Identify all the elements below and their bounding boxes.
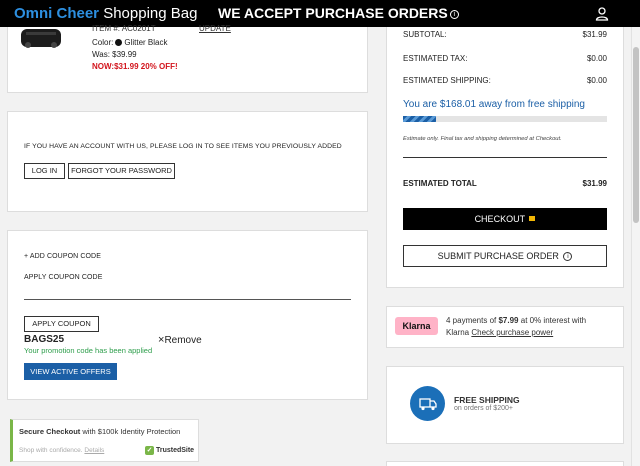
view-active-offers-button[interactable]: VIEW ACTIVE OFFERS <box>24 363 117 380</box>
free-shipping-message: You are $168.01 away from free shipping <box>403 99 585 110</box>
scrollbar-track[interactable] <box>631 27 640 466</box>
forgot-password-button[interactable]: FORGOT YOUR PASSWORD <box>68 163 175 179</box>
color-value: Glitter Black <box>124 38 168 47</box>
login-button[interactable]: LOG IN <box>24 163 65 179</box>
brand-logo[interactable]: Omni Cheer Shopping Bag <box>14 5 197 22</box>
check-icon: ✓ <box>145 446 154 455</box>
secure-subtitle: Shop with confidence. Details <box>19 447 104 454</box>
estimate-note: Estimate only. Final tax and shipping de… <box>403 136 562 142</box>
details-link[interactable]: Details <box>84 447 104 454</box>
total-label: ESTIMATED TOTAL <box>403 179 477 188</box>
checkout-label: CHECKOUT <box>474 214 525 224</box>
secure-sub-text: Shop with confidence. <box>19 447 83 454</box>
shipping-truck-badge <box>410 386 445 421</box>
account-message: IF YOU HAVE AN ACCOUNT WITH US, PLEASE L… <box>24 143 342 150</box>
total-value: $31.99 <box>582 179 607 188</box>
scrollbar-thumb[interactable] <box>633 47 639 223</box>
tax-value: $0.00 <box>586 54 607 63</box>
info-icon[interactable]: i <box>449 10 459 19</box>
progress-fill <box>403 116 436 122</box>
account-card <box>7 111 368 212</box>
info-icon: i <box>563 252 573 261</box>
summary-divider <box>403 157 607 158</box>
user-icon <box>595 7 609 21</box>
apply-coupon-heading: APPLY COUPON CODE <box>24 274 103 281</box>
item-number: ITEM #: AC0201T <box>92 24 156 33</box>
free-shipping-title: FREE SHIPPING <box>454 395 520 405</box>
truck-icon <box>419 398 437 411</box>
promo-text: WE ACCEPT PURCHASE ORDERS <box>218 5 448 21</box>
free-shipping-progress <box>403 116 607 122</box>
was-price: Was: $39.99 <box>92 50 137 59</box>
tax-label: ESTIMATED TAX: <box>403 54 468 63</box>
add-coupon-toggle[interactable]: + ADD COUPON CODE <box>24 253 101 260</box>
sale-price: NOW:$31.99 20% OFF! <box>92 62 178 71</box>
apply-coupon-button[interactable]: APPLY COUPON <box>24 316 99 332</box>
secure-title-rest: with $100k Identity Protection <box>82 427 181 436</box>
subtotal-value: $31.99 <box>582 30 607 39</box>
klarna-message: 4 payments of $7.99 at 0% interest with … <box>446 315 618 339</box>
secure-checkout-badge[interactable]: Secure Checkout with $100k Identity Prot… <box>10 419 199 462</box>
top-bar: Omni Cheer Shopping Bag WE ACCEPT PURCHA… <box>0 0 640 27</box>
submit-purchase-order-button[interactable]: SUBMIT PURCHASE ORDER i <box>403 245 607 267</box>
secure-title-bold: Secure Checkout <box>19 427 81 436</box>
applied-coupon-code: BAGS25 <box>24 334 65 345</box>
klarna-amount: $7.99 <box>498 316 519 325</box>
free-shipping-sub: on orders of $200+ <box>454 405 513 412</box>
brand-name: Omni Cheer <box>14 5 100 22</box>
color-swatch <box>115 39 123 46</box>
shipping-value: $0.00 <box>586 76 607 85</box>
next-card <box>386 461 624 466</box>
klarna-logo: Klarna <box>395 317 438 335</box>
update-link[interactable]: UPDATE <box>199 24 231 33</box>
page-title: Shopping Bag <box>103 5 198 22</box>
shipping-label: ESTIMATED SHIPPING: <box>403 76 491 85</box>
po-label: SUBMIT PURCHASE ORDER <box>437 251 559 261</box>
klarna-text-after: at 0% interest with <box>520 316 587 325</box>
coupon-success-message: Your promotion code has been applied <box>24 346 153 355</box>
promo-banner[interactable]: WE ACCEPT PURCHASE ORDERS i <box>218 5 459 21</box>
color-label: Color: <box>92 38 114 47</box>
secure-title: Secure Checkout with $100k Identity Prot… <box>19 427 180 436</box>
trustedsite-label: TrustedSite <box>155 447 195 454</box>
coupon-code-input[interactable] <box>24 286 351 300</box>
account-button[interactable] <box>594 6 610 22</box>
remove-label: Remove <box>164 335 202 346</box>
trustedsite-logo: ✓ TrustedSite <box>145 446 194 455</box>
check-purchase-power-link[interactable]: Check purchase power <box>471 328 553 337</box>
checkout-button[interactable]: CHECKOUT <box>403 208 607 230</box>
remove-coupon-button[interactable]: ×Remove <box>158 334 202 346</box>
subtotal-label: SUBTOTAL: <box>403 30 447 39</box>
product-image[interactable] <box>18 25 64 49</box>
lock-icon <box>529 216 536 221</box>
item-color: Color: Glitter Black <box>92 38 167 47</box>
klarna-text-klarna: Klarna <box>446 328 470 337</box>
klarna-text-before: 4 payments of <box>446 316 497 325</box>
